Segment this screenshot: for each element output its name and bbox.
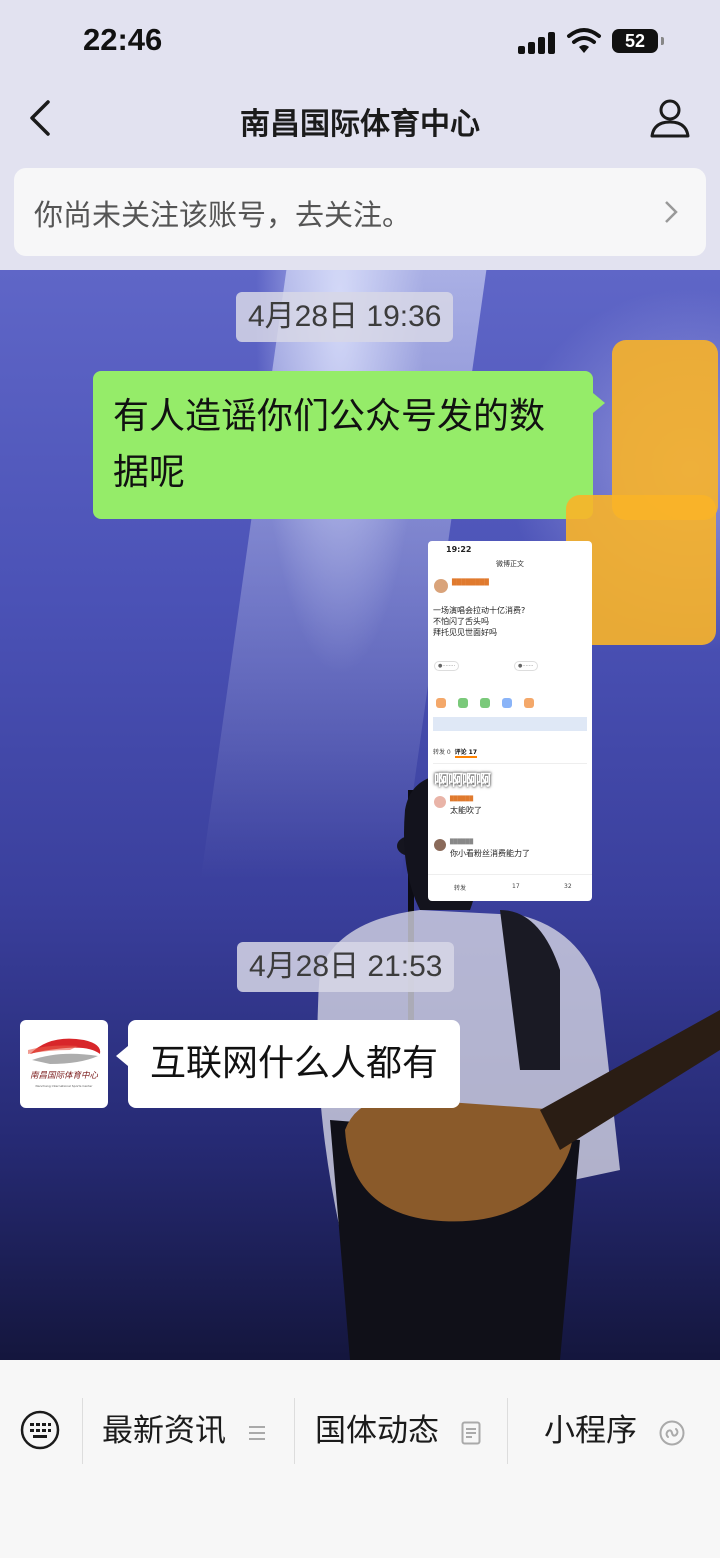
screenshot-divider bbox=[433, 717, 587, 731]
menu-divider bbox=[82, 1398, 83, 1464]
screenshot-commenter-name: ██████ bbox=[450, 839, 474, 845]
menu-latest-news-label: 最新资讯 bbox=[102, 1413, 226, 1449]
sent-screenshot-image[interactable]: 19:22 微博正文 ████████ 一场演唱会拉动十亿消费? 不怕闪了舌头吗… bbox=[428, 541, 592, 901]
bottom-menu-bar: 最新资讯 国体动态 小程序 bbox=[0, 1360, 720, 1558]
screenshot-commenter-avatar bbox=[434, 839, 446, 851]
menu-mini-program-label: 小程序 bbox=[544, 1413, 637, 1449]
nav-bar: 南昌国际体育中心 bbox=[0, 86, 720, 154]
screenshot-tabs: 转发 0 评论 17 bbox=[433, 749, 478, 758]
screenshot-comment-text: 你小看粉丝消费能力了 bbox=[450, 849, 530, 858]
follow-strip: 你尚未关注该账号，去关注。 bbox=[0, 154, 720, 270]
timestamp: 4月28日 21:53 bbox=[237, 942, 455, 992]
logo-subtext: Nanchang International Sports Center bbox=[36, 1084, 94, 1088]
screenshot-username-placeholder: ████████ bbox=[452, 579, 489, 586]
screenshot-header: 微博正文 bbox=[496, 560, 524, 568]
status-bar: 22:46 52 bbox=[0, 0, 720, 86]
screenshot-bottom-bar: 转发 17 32 bbox=[428, 874, 592, 901]
mini-program-icon bbox=[659, 1420, 685, 1445]
battery-icon: 52 bbox=[612, 29, 664, 53]
status-time: 22:46 bbox=[83, 22, 163, 57]
screenshot-overlay-text: 啊啊啊啊 bbox=[434, 771, 491, 789]
screenshot-status-time: 19:22 bbox=[446, 545, 472, 554]
chat-area[interactable]: 4月28日 19:36 有人造谣你们公众号发的数据呢 19:22 微博正文 ██… bbox=[0, 270, 720, 1360]
screenshot-commenter-name: ██████ bbox=[450, 796, 474, 802]
follow-banner-text: 你尚未关注该账号，去关注。 bbox=[34, 198, 412, 232]
keyboard-icon[interactable] bbox=[20, 1410, 60, 1450]
outgoing-message[interactable]: 有人造谣你们公众号发的数据呢 bbox=[93, 371, 605, 519]
screenshot-divider bbox=[433, 763, 587, 764]
logo-text: 南昌国际体育中心 bbox=[30, 1070, 99, 1081]
incoming-message[interactable]: 互联网什么人都有 bbox=[115, 1020, 461, 1108]
chevron-right-icon bbox=[665, 201, 678, 223]
timestamp: 4月28日 19:36 bbox=[236, 292, 454, 342]
follow-banner[interactable]: 你尚未关注该账号，去关注。 bbox=[14, 168, 706, 256]
list-icon bbox=[248, 1425, 265, 1440]
wifi-icon bbox=[567, 28, 601, 53]
menu-divider bbox=[507, 1398, 508, 1464]
screenshot-commenter-avatar bbox=[434, 796, 446, 808]
menu-mini-program[interactable]: 小程序 bbox=[544, 1400, 685, 1462]
menu-sports-news[interactable]: 国体动态 bbox=[315, 1400, 481, 1462]
menu-divider bbox=[294, 1398, 295, 1464]
nanchang-sports-center-logo: 南昌国际体育中心 Nanchang International Sports C… bbox=[28, 1038, 101, 1088]
screenshot-icon-row bbox=[436, 693, 586, 708]
screenshot-post-text: 一场演唱会拉动十亿消费? 不怕闪了舌头吗 拜托见见世面好吗 bbox=[433, 606, 526, 637]
document-icon bbox=[461, 1421, 481, 1444]
menu-latest-news[interactable]: 最新资讯 bbox=[102, 1400, 266, 1462]
screenshot-topic-chip: ●········ bbox=[434, 661, 460, 671]
sender-avatar[interactable]: 南昌国际体育中心 Nanchang International Sports C… bbox=[20, 1020, 108, 1108]
censor-overlay bbox=[612, 340, 718, 520]
menu-sports-news-label: 国体动态 bbox=[315, 1413, 439, 1449]
profile-icon[interactable] bbox=[648, 96, 692, 140]
screenshot-topic-chip: ●······· bbox=[514, 661, 538, 671]
screenshot-avatar bbox=[434, 579, 448, 593]
screenshot-comment-text: 太能吹了 bbox=[450, 806, 482, 815]
cellular-signal-icon bbox=[518, 32, 556, 54]
page-title: 南昌国际体育中心 bbox=[240, 107, 480, 142]
